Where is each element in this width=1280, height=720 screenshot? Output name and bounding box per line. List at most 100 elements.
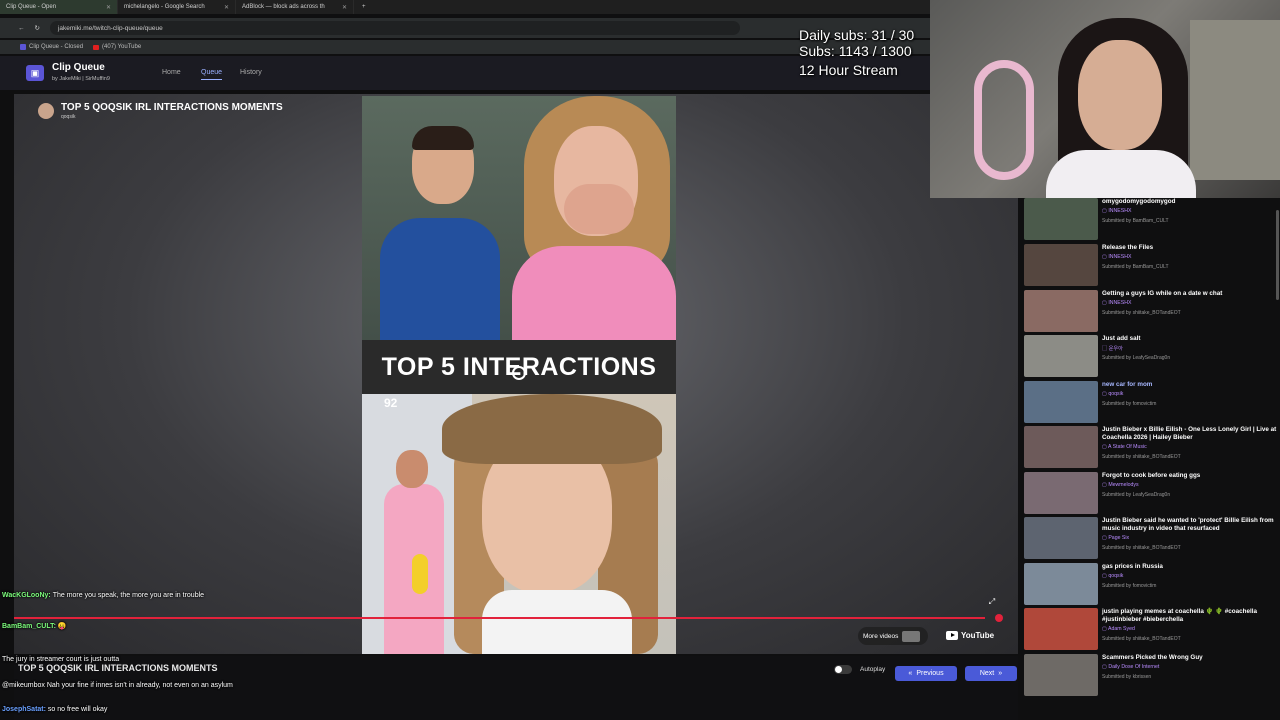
more-videos-thumb — [902, 630, 921, 642]
nav-history[interactable]: History — [240, 69, 262, 76]
chat-username[interactable]: JosephSatat: — [2, 706, 48, 713]
current-clip-title: TOP 5 QOQSIK IRL INTERACTIONS MOMENTS — [18, 663, 218, 673]
clip-channel[interactable]: qoqsik — [61, 114, 75, 120]
queue-item-submitter: Submitted by LeafySeaDrag0n — [1102, 492, 1171, 498]
queue-item-channel: ▢ Adam Syed — [1102, 626, 1135, 632]
tab-label: AdBlock — block ads across th — [242, 4, 325, 10]
queue-thumbnail[interactable] — [1024, 335, 1098, 377]
queue-item-channel: ▢ INNESHX — [1102, 254, 1132, 260]
app-logo-icon: ▣ — [26, 65, 44, 81]
progress-bar[interactable] — [14, 617, 986, 619]
tab-clip-queue[interactable]: Clip Queue - Open ✕ — [0, 0, 118, 14]
queue-thumbnail[interactable] — [1024, 517, 1098, 559]
queue-item-submitter: Submitted by shiitake_BOTandEOT — [1102, 454, 1181, 460]
autoplay-label: Autoplay — [860, 666, 886, 673]
queue-item-channel: ▢ qoqsik — [1102, 391, 1124, 397]
queue-item[interactable]: new car for mom ▢ qoqsik Submitted by fomo… — [1024, 381, 1280, 426]
youtube-label: YouTube — [961, 631, 995, 640]
queue-thumbnail[interactable] — [1024, 563, 1098, 605]
queue-item-channel: ▢ qoqsik — [1102, 573, 1124, 579]
queue-thumbnail[interactable] — [1024, 290, 1098, 332]
queue-item[interactable]: Justin Bieber x Billie Eilish - One Less… — [1024, 426, 1280, 471]
queue-thumbnail[interactable] — [1024, 472, 1098, 514]
chat-text: @mikeumbox Nah your fine if innes isn't … — [2, 682, 233, 689]
nav-home[interactable]: Home — [162, 69, 181, 76]
queue-item-submitter: Submitted by BamBam_CULT — [1102, 264, 1169, 270]
progress-knob[interactable] — [995, 614, 1003, 622]
queue-thumbnail[interactable] — [1024, 608, 1098, 650]
autoplay-toggle[interactable]: Autoplay — [834, 665, 885, 674]
queue-item-title: Release the Files — [1102, 244, 1154, 251]
chat-message: @mikeumbox Nah your fine if innes isn't … — [2, 682, 233, 689]
queue-item-title: Scammers Picked the Wrong Guy — [1102, 654, 1203, 661]
tab-label: michelangelo - Google Search — [124, 4, 205, 10]
queue-item[interactable]: Just add salt ▢ 운우아 Submitted by LeafySeaD… — [1024, 335, 1280, 380]
close-icon[interactable]: ✕ — [106, 4, 111, 11]
next-icon: » — [998, 670, 1003, 677]
bookmark-youtube[interactable]: (407) YouTube — [93, 44, 141, 50]
queue-thumbnail[interactable] — [1024, 244, 1098, 286]
new-tab-icon[interactable]: + — [354, 4, 366, 10]
clip-title[interactable]: TOP 5 QOQSIK IRL INTERACTIONS MOMENTS — [61, 102, 283, 113]
bookmarks-bar: Clip Queue - Closed (407) YouTube — [0, 40, 930, 54]
queue-item[interactable]: gas prices in Russia ▢ qoqsik Submitted by… — [1024, 563, 1280, 608]
nav-queue[interactable]: Queue — [201, 69, 223, 80]
daily-subs-overlay: Daily subs: 31 / 30 — [799, 27, 915, 43]
queue-item-channel: ▢ Daily Dose Of Internet — [1102, 664, 1160, 670]
queue-item-title: Justin Bieber said he wanted to 'protect… — [1102, 517, 1274, 532]
queue-thumbnail[interactable] — [1024, 198, 1098, 240]
subs-overlay: Subs: 1143 / 1300 — [799, 43, 912, 59]
queue-item-channel: ▢ INNESHX — [1102, 300, 1132, 306]
queue-item-title: new car for mom — [1102, 381, 1153, 388]
back-icon[interactable]: ← — [18, 25, 25, 32]
queue-item-title: Justin Bieber x Billie Eilish - One Less… — [1102, 426, 1277, 441]
close-icon[interactable]: ✕ — [224, 4, 229, 11]
channel-avatar[interactable] — [38, 103, 54, 119]
more-videos-label: More videos — [863, 632, 899, 640]
previous-button[interactable]: «Previous — [895, 666, 957, 681]
youtube-icon — [93, 44, 100, 50]
webcam-feed — [930, 0, 1280, 198]
woman-figure — [512, 96, 676, 346]
youtube-logo[interactable]: YouTube — [946, 631, 994, 640]
previous-icon: « — [908, 670, 913, 677]
bookmark-clip-queue[interactable]: Clip Queue - Closed — [20, 44, 83, 50]
chat-username[interactable]: WacKGLooNy: — [2, 592, 53, 599]
queue-item-title: Forgot to cook before eating ggs — [1102, 472, 1201, 479]
queue-item-submitter: Submitted by LeafySeaDrag0n — [1102, 355, 1171, 361]
queue-item-submitter: Submitted by fomovictim — [1102, 401, 1157, 407]
reload-icon[interactable]: ↻ — [35, 24, 40, 32]
queue-thumbnail[interactable] — [1024, 381, 1098, 423]
browser-tabbar: Clip Queue - Open ✕ michelangelo - Google… — [0, 0, 930, 14]
tab-google-search[interactable]: michelangelo - Google Search ✕ — [118, 0, 236, 14]
chat-message: The jury in streamer court is just outta — [2, 656, 119, 663]
app-title: Clip Queue — [52, 62, 105, 73]
queue-item[interactable]: Scammers Picked the Wrong Guy ▢ Daily Dos… — [1024, 654, 1280, 699]
queue-item[interactable]: Release the Files ▢ INNESHX Submitted by B… — [1024, 244, 1280, 289]
queue-item[interactable]: Justin Bieber said he wanted to 'protect… — [1024, 517, 1280, 562]
url-input[interactable]: jakemiki.me/twitch-clip-queue/queue — [49, 21, 740, 35]
man-figure — [380, 126, 500, 348]
chat-username[interactable]: BamBam_CULT: — [2, 623, 58, 630]
queue-item-channel: ▢ Mewmelodys — [1102, 482, 1139, 488]
clip-queue-icon — [20, 44, 26, 50]
queue-item[interactable]: omygodomygodomygod ▢ INNESHX Submitted by … — [1024, 198, 1280, 243]
chat-text: The jury in streamer court is just outta — [2, 656, 120, 663]
toggle-switch[interactable] — [834, 665, 852, 674]
queue-item[interactable]: Forgot to cook before eating ggs ▢ Mewmel… — [1024, 472, 1280, 517]
queue-item-title: justin playing memes at coachella 🌵 🌵 #c… — [1102, 608, 1257, 623]
loading-cursor-icon — [512, 366, 526, 380]
queue-thumbnail[interactable] — [1024, 426, 1098, 468]
tab-adblock[interactable]: AdBlock — block ads across th ✕ — [236, 0, 354, 14]
queue-item[interactable]: Getting a guys IG while on a date w chat… — [1024, 290, 1280, 335]
close-icon[interactable]: ✕ — [342, 4, 347, 11]
more-videos-button[interactable]: More videos — [858, 627, 928, 645]
fullscreen-icon[interactable]: ⤢ — [986, 597, 998, 609]
queue-item-title: Getting a guys IG while on a date w chat — [1102, 290, 1223, 297]
queue-thumbnail[interactable] — [1024, 654, 1098, 696]
next-button[interactable]: Next» — [965, 666, 1017, 681]
chat-text: The more you speak, the more you are in … — [52, 592, 205, 599]
queue-item[interactable]: justin playing memes at coachella 🌵 🌵 #c… — [1024, 608, 1280, 653]
url-text: jakemiki.me/twitch-clip-queue/queue — [57, 24, 163, 32]
queue-item-submitter: Submitted by kbrissen — [1102, 674, 1152, 680]
